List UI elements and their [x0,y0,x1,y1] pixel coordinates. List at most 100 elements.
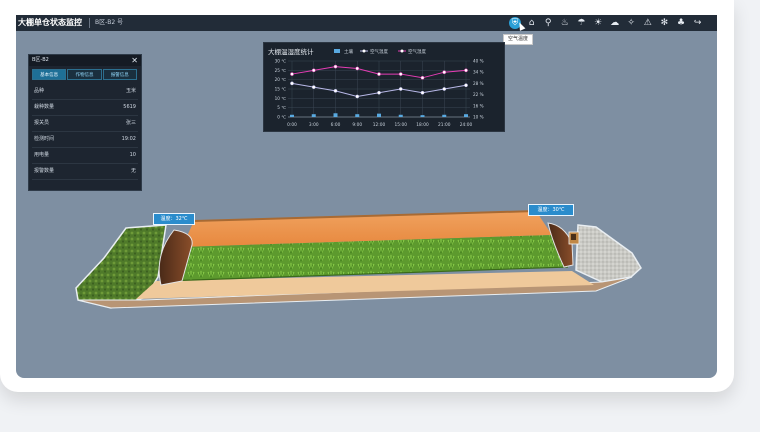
thermometer-icon[interactable]: ♨ [559,17,571,29]
warning-icon[interactable]: ⚠ [642,17,654,29]
tab-alarm-info[interactable]: 报警信息 [102,69,137,80]
x-tick-label: 12:00 [373,122,386,128]
y-right-tick: 16 % [473,103,484,108]
info-row: 品种 玉米 [32,84,138,100]
left-temperature-tag[interactable]: 温度：32℃ [153,213,195,225]
air-humidity-point [398,72,403,76]
humidity-icon[interactable]: ☂ [575,17,587,29]
cloud-icon[interactable]: ☁ [609,17,621,29]
info-row-label: 报警数量 [34,168,55,174]
legend-swatch [334,49,340,53]
info-panel-tabs: 基本信息 作物信息 报警信息 [32,69,138,80]
air-temperature-point [464,83,468,88]
x-tick-label: 24:00 [460,122,473,128]
legend-label: 土壤 [344,48,353,55]
soil-bar [464,114,468,117]
air-temperature-point [333,89,338,93]
fan-icon[interactable]: ✻ [658,17,670,29]
air-temperature-point [442,87,447,91]
x-tick-label: 0:00 [287,122,297,128]
x-tick-label: 6:00 [331,122,341,128]
air-temperature-point [355,94,360,99]
x-tick-label: 15:00 [395,122,408,128]
air-humidity-point [442,70,447,75]
sun-icon[interactable]: ☀ [592,17,604,29]
soil-bar [420,115,425,117]
app-title: 大棚单仓状态监控 [18,18,82,27]
y-right-tick: 34 % [473,70,484,75]
app-viewport: 温度：32℃ 温度：30℃ 大棚单仓状态监控 B区-B2 号 ⛨ ⌂ ⚲ ♨ ☂ ☀ ☁ ✧ ⚠… [16,15,717,378]
air-humidity-point [464,68,468,73]
air-humidity-point [420,75,425,80]
x-tick-label: 18:00 [416,122,429,128]
right-temperature-tag[interactable]: 温度：30℃ [528,204,574,216]
info-row-label: 报关员 [34,120,50,126]
y-right-tick: 22 % [473,92,484,97]
info-row-label: 栽种数量 [34,104,55,110]
y-left-tick: 20 ℃ [275,77,287,82]
legend-label: 空气温度 [370,48,388,55]
home-icon[interactable]: ⌂ [526,17,538,29]
y-left-tick: 15 ℃ [275,87,287,92]
toolbar-tooltip: 空气温度 [503,34,533,45]
air-humidity-point [290,72,294,76]
y-right-tick: 28 % [473,81,484,86]
chart-title: 大棚温湿度统计 [268,47,314,56]
air-temperature-point [377,90,381,95]
legend-label: 空气湿度 [408,48,426,55]
info-panel-header: B区-B2 ✕ [29,55,141,66]
y-left-tick: 5 ℃ [277,105,286,110]
soil-bar [311,114,316,117]
top-bar: 大棚单仓状态监控 B区-B2 号 ⛨ ⌂ ⚲ ♨ ☂ ☀ ☁ ✧ ⚠ ✻ ♣ ↪ [16,15,717,31]
right-gravel [575,224,642,283]
y-left-tick: 10 ℃ [275,96,287,101]
y-left-tick: 0 ℃ [277,115,286,120]
x-tick-label: 21:00 [438,122,451,128]
exit-icon[interactable]: ↪ [692,17,704,29]
air-temperature-point [398,87,403,91]
legend-marker [362,49,366,53]
y-right-tick: 40 % [473,59,484,64]
temperature-humidity-chart[interactable]: 大棚温湿度统计 土壤 空气温度 空气湿度 30 ℃ 25 ℃ 20 ℃ 15 ℃ 10 ℃ 5 ℃… [263,42,505,132]
info-row-value: 5619 [123,104,136,110]
soil-bar [377,113,381,117]
soil-bar [398,114,403,117]
close-icon[interactable]: ✕ [131,55,138,66]
air-temperature-point [290,81,294,86]
tree-icon[interactable]: ♣ [675,17,687,29]
y-left-tick: 30 ℃ [275,59,287,64]
tab-crop-info[interactable]: 作物信息 [67,69,102,80]
air-humidity-point [377,72,381,76]
soil-bar [290,114,294,117]
air-temperature-point [420,90,425,95]
air-humidity-point [311,68,316,73]
info-row-value: 无 [130,168,136,174]
info-row-label: 检测时间 [34,136,55,142]
info-row-value: 19:02 [121,136,136,142]
info-row: 检测时间 19:02 [32,132,138,148]
lightbulb-icon[interactable]: ✧ [625,17,637,29]
info-row-value: 10 [129,152,136,158]
legend-marker [400,49,404,53]
info-row-label: 用电量 [34,152,50,158]
air-temperature-point [311,85,316,89]
info-row: 栽种数量 5619 [32,100,138,116]
soil-bar [355,114,360,117]
screenshot-card: 温度：32℃ 温度：30℃ 大棚单仓状态监控 B区-B2 号 ⛨ ⌂ ⚲ ♨ ☂ ☀ ☁ ✧ ⚠… [0,0,734,392]
info-panel-title: B区-B2 [32,57,49,63]
x-tick-label: 3:00 [309,122,319,128]
location-pin-icon[interactable]: ⚲ [542,17,554,29]
y-left-tick: 25 ℃ [275,68,287,73]
info-row: 报关员 张三 [32,116,138,132]
info-row-value: 张三 [125,120,136,126]
info-row: 用电量 10 [32,148,138,164]
y-right-tick: 10 % [473,115,484,120]
info-row: 报警数量 无 [32,164,138,180]
soil-bar [442,114,447,117]
x-tick-label: 9:00 [352,122,362,128]
air-humidity-point [355,66,360,71]
title-divider [89,18,90,28]
info-panel: B区-B2 ✕ 基本信息 作物信息 报警信息 品种 玉米 栽种数量 5619 报… [28,54,142,191]
info-row-value: 玉米 [125,88,136,94]
tab-basic-info[interactable]: 基本信息 [32,69,67,80]
